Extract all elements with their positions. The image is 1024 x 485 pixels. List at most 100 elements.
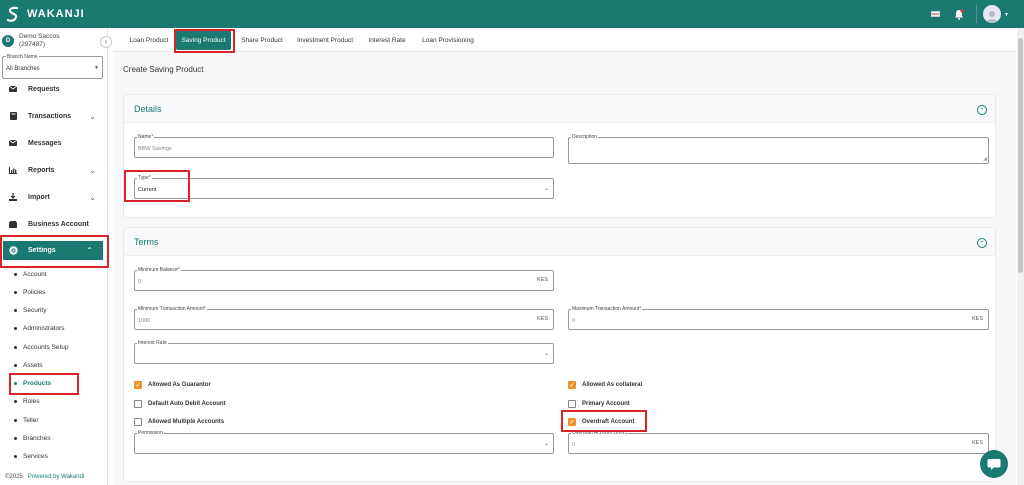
scrollbar-thumb[interactable] (1018, 38, 1023, 273)
sidebar-item-reports[interactable]: Reports ⌄ (0, 160, 106, 180)
book-icon (8, 112, 18, 120)
user-id: (297487) (19, 41, 46, 48)
sidebar-subitem-assets[interactable]: Assets (14, 360, 43, 370)
bullet-icon (14, 308, 17, 312)
branch-select[interactable]: Branch Name All Branches ▼ (2, 54, 103, 79)
allowed-as-collateral-checkbox[interactable]: ✓ Allowed As collateral (568, 381, 642, 389)
interest-rate-select[interactable]: Interest Rate ⌄ (134, 340, 554, 364)
currency-unit: KES (971, 440, 983, 446)
sidebar-item-label: Import (28, 193, 50, 201)
branch-value: All Branches (6, 66, 40, 72)
checkmark-icon: ✓ (134, 381, 142, 389)
chevron-left-icon: ‹ (104, 38, 108, 46)
allowed-multiple-accounts-checkbox[interactable]: Allowed Multiple Accounts (134, 418, 224, 426)
tab-loan-product[interactable]: Loan Product (120, 30, 178, 50)
collapse-details-icon[interactable]: ⌃ (977, 105, 987, 115)
sidebar-subitem-administrators[interactable]: Administrators (14, 323, 65, 333)
sidebar-item-messages[interactable]: Messages (0, 133, 106, 153)
user-menu-caret-icon[interactable]: ▾ (1005, 11, 1008, 18)
wallet-icon (8, 220, 18, 228)
tab-share-product[interactable]: Share Product (235, 30, 289, 50)
sidebar-subitem-services[interactable]: Services (14, 451, 48, 461)
sidebar-subitem-accounts-setup[interactable]: Accounts Setup (14, 342, 69, 352)
bullet-icon (14, 418, 17, 422)
sidebar-subitem-security[interactable]: Security (14, 305, 46, 315)
type-value: Current (138, 187, 157, 193)
chevron-down-icon: ⌄ (543, 351, 549, 357)
checkbox-label: Default Auto Debit Account (148, 401, 226, 407)
sidebar-subitem-label: Administrators (23, 324, 65, 332)
default-auto-debit-checkbox[interactable]: Default Auto Debit Account (134, 400, 226, 408)
sidebar-item-transactions[interactable]: Transactions ⌄ (0, 106, 106, 126)
sidebar-subitem-account[interactable]: Account (14, 269, 47, 279)
gear-icon (8, 246, 18, 255)
overdraft-account-checkbox[interactable]: ✓ Overdraft Account (568, 418, 634, 426)
sidebar-subitem-products[interactable]: Products (14, 378, 51, 388)
overdraft-limit-field[interactable]: Overdraft Account Limit 0 KES (568, 430, 989, 454)
description-field[interactable]: Description ◢ (568, 134, 989, 164)
sidebar-subitem-label: Branches (23, 434, 51, 442)
resize-handle-icon[interactable]: ◢ (983, 156, 987, 162)
brand-logo[interactable]: WAKANJI (6, 6, 85, 22)
details-title: Details (134, 104, 162, 114)
currency-unit: KES (971, 316, 983, 322)
currency-unit: KES (536, 277, 548, 283)
permission-select[interactable]: Permission ⌄ (134, 430, 554, 454)
tab-loan-provisioning[interactable]: Loan Provisioning (418, 30, 478, 50)
description-label: Description (571, 134, 599, 140)
sidebar-item-requests[interactable]: Requests (0, 79, 106, 99)
chevron-down-icon: ⌄ (89, 192, 96, 202)
allowed-as-guarantor-checkbox[interactable]: ✓ Allowed As Guarantor (134, 381, 211, 389)
checkbox-empty-icon (134, 400, 142, 408)
sidebar-subitem-teller[interactable]: Teller (14, 415, 39, 425)
sidebar-subitem-roles[interactable]: Roles (14, 396, 40, 406)
checkmark-icon: ✓ (568, 381, 576, 389)
bullet-icon (14, 363, 17, 367)
collapse-terms-icon[interactable]: ⌃ (977, 238, 987, 248)
terms-title: Terms (134, 237, 159, 247)
minimum-balance-value: 0 (138, 279, 142, 285)
powered-by-link[interactable]: Powered by Wakandi (28, 474, 84, 480)
sidebar-subitem-label: Account (23, 270, 47, 278)
sidebar-item-business-account[interactable]: Business Account (0, 214, 106, 234)
tab-interest-rate[interactable]: Interest Rate (365, 30, 409, 50)
minimum-transaction-field[interactable]: Minimum Transaction Amount* 1000 KES (134, 306, 554, 330)
user-avatar[interactable] (982, 5, 1001, 23)
bullet-icon (14, 290, 17, 294)
page-title: Create Saving Product (123, 65, 204, 74)
tab-saving-product[interactable]: Saving Product (176, 30, 231, 50)
language-flag-icon[interactable] (930, 11, 940, 17)
chat-button[interactable] (980, 450, 1008, 478)
details-card-header (124, 95, 995, 123)
minimum-balance-field[interactable]: Minimum Balance* 0 KES (134, 267, 554, 291)
sidebar-item-label: Messages (28, 139, 62, 147)
tab-investment-product[interactable]: Investment Product (292, 30, 358, 50)
sidebar-subitem-label: Products (23, 379, 52, 387)
logo-icon (6, 6, 19, 22)
sidebar-subitem-label: Services (23, 452, 48, 460)
currency-unit: KES (536, 316, 548, 322)
sidebar-subitem-branches[interactable]: Branches (14, 433, 50, 443)
chart-icon (8, 166, 18, 174)
sidebar-subitem-policies[interactable]: Policies (14, 287, 45, 297)
type-select[interactable]: Type* Current ⌄ (134, 175, 554, 199)
chevron-down-icon: ⌄ (543, 441, 549, 447)
footer: ©2025 Powered by Wakandi (5, 474, 84, 480)
sidebar-item-import[interactable]: Import ⌄ (0, 187, 106, 207)
maximum-transaction-field[interactable]: Maximum Transaction Amount* 0 KES (568, 306, 989, 330)
bullet-icon (14, 272, 17, 276)
page-scrollbar[interactable] (1017, 28, 1024, 485)
minimum-transaction-value: 1000 (138, 318, 151, 324)
bell-icon[interactable] (954, 8, 964, 20)
bullet-icon (14, 326, 17, 330)
sidebar-item-label: Business Account (28, 220, 89, 228)
chevron-up-icon: ⌃ (86, 246, 93, 255)
chevron-down-icon: ⌄ (89, 165, 96, 175)
permission-label: Permission (137, 430, 164, 436)
name-field[interactable]: Name* BBW Savings (134, 134, 554, 158)
sidebar-item-settings[interactable]: Settings ⌃ (3, 241, 103, 260)
chat-icon (987, 458, 1001, 470)
primary-account-checkbox[interactable]: Primary Account (568, 400, 630, 408)
collapse-sidebar-button[interactable]: ‹ (100, 36, 112, 48)
chevron-down-icon: ⌄ (89, 111, 96, 121)
